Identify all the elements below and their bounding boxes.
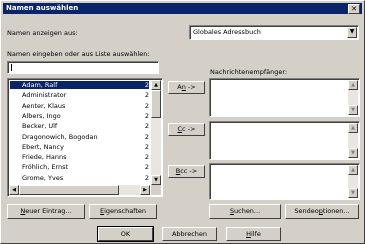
list-item-number: 2 bbox=[144, 81, 149, 89]
new-entry-button[interactable]: Neuer Eintrag... bbox=[7, 204, 85, 219]
add-cc-button[interactable]: Cc -> bbox=[168, 123, 205, 136]
hscroll-thumb[interactable] bbox=[19, 185, 119, 195]
scroll-down-icon: ▼ bbox=[348, 188, 358, 198]
properties-button[interactable]: Eigenschaften bbox=[89, 204, 157, 219]
add-bcc-button[interactable]: Bcc -> bbox=[168, 165, 205, 178]
title-bar: Namen auswählen ✕ bbox=[3, 3, 362, 14]
scroll-down-icon[interactable]: ▼ bbox=[151, 175, 161, 185]
list-item-number: 2 bbox=[144, 153, 149, 162]
chevron-down-icon[interactable]: ▼ bbox=[347, 27, 357, 38]
list-item[interactable]: Fröhlich, Ernst 2 bbox=[10, 163, 149, 171]
list-item[interactable]: Becker, Ulf 2 bbox=[10, 122, 149, 130]
list-item-number: 2 bbox=[144, 142, 149, 151]
bcc-recipients-box[interactable]: ▲ ▼ bbox=[209, 163, 360, 200]
send-options-button[interactable]: Sendeoptionen... bbox=[285, 204, 359, 219]
list-item-name: Becker, Ulf bbox=[22, 122, 58, 131]
help-label-rest: ilfe bbox=[250, 230, 261, 238]
dialog-window: Namen auswählen ✕ Namen anzeigen aus: Gl… bbox=[0, 0, 365, 244]
list-item[interactable]: Aenter, Klaus 2 bbox=[10, 102, 149, 110]
address-book-value: Globales Adressbuch bbox=[193, 28, 261, 36]
list-item-name: Friede, Hanns bbox=[22, 153, 67, 162]
cc-button-label-rest: c -> bbox=[182, 125, 196, 133]
cancel-button[interactable]: Abbrechen bbox=[162, 227, 217, 241]
list-item[interactable]: Administrator 2 bbox=[10, 91, 149, 99]
list-item-name: Grome, Yves bbox=[22, 173, 64, 182]
list-item-number: 2 bbox=[144, 122, 149, 131]
to-recipients-box[interactable]: ▲ ▼ bbox=[209, 78, 360, 117]
names-horizontal-scrollbar[interactable]: ◀ ▶ bbox=[9, 185, 150, 195]
ok-label: OK bbox=[120, 230, 131, 238]
cancel-label: Abbrechen bbox=[171, 230, 208, 238]
list-item[interactable]: Adam, Ralf 2 bbox=[10, 81, 149, 89]
ok-button[interactable]: OK bbox=[97, 226, 154, 242]
close-button[interactable]: ✕ bbox=[348, 4, 360, 14]
scroll-up-icon: ▲ bbox=[348, 80, 358, 90]
to-scrollbar[interactable]: ▲ ▼ bbox=[348, 80, 358, 115]
scroll-left-icon[interactable]: ◀ bbox=[9, 185, 19, 195]
recipients-label: Nachrichtenempfänger: bbox=[210, 68, 288, 76]
scroll-up-icon: ▲ bbox=[348, 165, 358, 175]
list-item[interactable]: Ebert, Nancy 2 bbox=[10, 143, 149, 151]
scroll-right-icon[interactable]: ▶ bbox=[140, 185, 150, 195]
cc-scrollbar[interactable]: ▲ ▼ bbox=[348, 123, 358, 158]
scroll-up-icon[interactable]: ▲ bbox=[151, 80, 161, 90]
send-options-label-pre: Sendeo bbox=[294, 207, 319, 215]
search-input[interactable] bbox=[7, 61, 159, 74]
list-item-name: Administrator bbox=[22, 91, 67, 100]
list-item-name: Fröhlich, Ernst bbox=[22, 163, 69, 172]
bcc-scrollbar[interactable]: ▲ ▼ bbox=[348, 165, 358, 198]
list-item[interactable]: Friede, Hanns 2 bbox=[10, 153, 149, 161]
list-item[interactable]: Grome, Yves 2 bbox=[10, 174, 149, 182]
list-item-number: 2 bbox=[144, 101, 149, 110]
scroll-down-icon: ▼ bbox=[348, 105, 358, 115]
list-item-number: 2 bbox=[144, 91, 149, 100]
address-book-select[interactable]: Globales Adressbuch ▼ bbox=[189, 25, 359, 40]
list-item[interactable]: Dragonowich, Bogodan 2 bbox=[10, 133, 149, 141]
list-item-number: 2 bbox=[144, 173, 149, 182]
list-item-name: Adam, Ralf bbox=[22, 81, 58, 89]
show-names-label: Namen anzeigen aus: bbox=[7, 29, 78, 37]
scroll-thumb[interactable] bbox=[151, 90, 161, 118]
list-item-number: 2 bbox=[144, 111, 149, 120]
search-label-rest: uchen... bbox=[234, 207, 261, 215]
list-item-name: Aenter, Klaus bbox=[22, 101, 66, 110]
list-item-name: Albers, Ingo bbox=[22, 111, 61, 120]
send-options-label-post: tionen... bbox=[322, 207, 350, 215]
scroll-up-icon: ▲ bbox=[348, 123, 358, 133]
text-cursor bbox=[11, 64, 12, 71]
scroll-down-icon: ▼ bbox=[348, 148, 358, 158]
close-icon: ✕ bbox=[351, 5, 357, 13]
list-item[interactable]: Albers, Ingo 2 bbox=[10, 112, 149, 120]
search-button[interactable]: Suchen... bbox=[209, 204, 281, 219]
bcc-button-label-rest: cc -> bbox=[180, 167, 198, 175]
list-item-number: 2 bbox=[144, 163, 149, 172]
new-entry-label-rest: euer Eintrag... bbox=[25, 207, 72, 215]
scroll-corner bbox=[151, 185, 161, 195]
list-item-name: Ebert, Nancy bbox=[22, 142, 64, 151]
names-list[interactable]: Adam, Ralf 2 Administrator 2 Aenter, Klaus 2 A… bbox=[7, 78, 163, 197]
list-item-number: 2 bbox=[144, 132, 149, 141]
to-button-label-rest: -> bbox=[185, 83, 196, 91]
search-label: Namen eingeben oder aus Liste auswählen: bbox=[7, 50, 150, 58]
names-vertical-scrollbar[interactable]: ▲ ▼ bbox=[151, 80, 161, 185]
cc-recipients-box[interactable]: ▲ ▼ bbox=[209, 121, 360, 160]
window-title: Namen auswählen bbox=[6, 4, 79, 12]
list-item-name: Dragonowich, Bogodan bbox=[22, 132, 98, 141]
add-to-button[interactable]: An -> bbox=[168, 81, 205, 94]
help-button[interactable]: Hilfe bbox=[226, 227, 281, 241]
properties-label-rest: igenschaften bbox=[104, 207, 147, 215]
